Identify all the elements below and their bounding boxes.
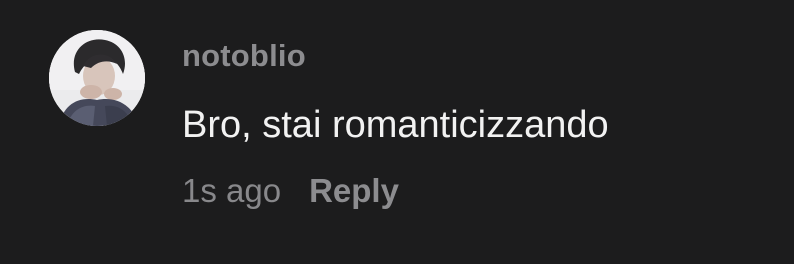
- comment-item: notoblio Bro, stai romanticizzando 1s ag…: [0, 0, 794, 264]
- username[interactable]: notoblio: [182, 38, 306, 74]
- comment-text: Bro, stai romanticizzando: [182, 104, 609, 146]
- user-avatar-icon: [49, 30, 145, 126]
- comment-meta: 1s ago Reply: [182, 172, 399, 210]
- timestamp: 1s ago: [182, 172, 282, 209]
- avatar[interactable]: [49, 30, 145, 126]
- reply-button[interactable]: Reply: [309, 172, 399, 210]
